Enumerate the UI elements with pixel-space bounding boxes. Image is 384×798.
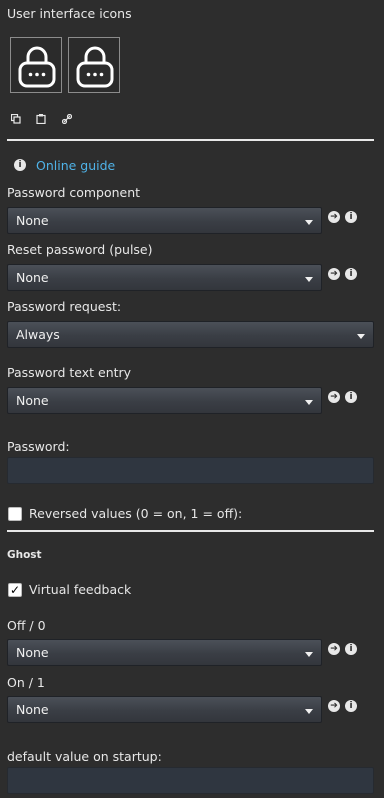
chevron-down-icon <box>357 334 365 339</box>
arrow-right-icon[interactable]: ➔ <box>328 391 340 403</box>
divider <box>7 530 374 532</box>
info-icon[interactable]: i <box>345 268 357 280</box>
reset-password-actions: ➔ i <box>328 268 358 282</box>
chevron-down-icon <box>305 220 313 225</box>
chevron-down-icon <box>305 400 313 405</box>
info-icon[interactable]: i <box>345 700 357 712</box>
reversed-values-checkbox[interactable] <box>8 507 22 521</box>
arrow-right-icon[interactable]: ➔ <box>328 700 340 712</box>
select-value: None <box>16 393 49 408</box>
password-component-actions: ➔ i <box>328 211 358 225</box>
select-value: Always <box>16 327 60 342</box>
lock-icon-tile-1[interactable] <box>10 37 62 93</box>
chevron-down-icon <box>305 277 313 282</box>
on-state-select[interactable]: None <box>7 696 322 723</box>
online-guide-link[interactable]: Online guide <box>36 158 115 173</box>
lock-icon <box>18 46 56 88</box>
off-state-actions: ➔ i <box>328 643 358 657</box>
select-value: None <box>16 645 49 660</box>
arrow-right-icon[interactable]: ➔ <box>328 268 340 280</box>
password-input[interactable] <box>7 457 374 484</box>
link-icon[interactable] <box>62 114 72 124</box>
select-value: None <box>16 270 49 285</box>
virtual-feedback-label: Virtual feedback <box>29 582 132 597</box>
info-icon[interactable]: i <box>345 211 357 223</box>
reset-password-select[interactable]: None <box>7 264 322 291</box>
password-request-label: Password request: <box>7 299 122 314</box>
divider <box>7 139 374 141</box>
reversed-values-label: Reversed values (0 = on, 1 = off): <box>29 506 243 521</box>
default-value-label: default value on startup: <box>7 749 162 764</box>
arrow-right-icon[interactable]: ➔ <box>328 211 340 223</box>
copy-icon[interactable] <box>11 114 21 124</box>
password-label: Password: <box>7 439 70 454</box>
lock-icon <box>76 46 114 88</box>
clipboard-icon[interactable] <box>36 114 46 124</box>
password-text-entry-select[interactable]: None <box>7 387 322 414</box>
off-state-label: Off / 0 <box>7 618 46 633</box>
select-value: None <box>16 213 49 228</box>
section-title: User interface icons <box>7 6 132 21</box>
off-state-select[interactable]: None <box>7 639 322 666</box>
select-value: None <box>16 702 49 717</box>
chevron-down-icon <box>305 709 313 714</box>
password-text-entry-label: Password text entry <box>7 365 132 380</box>
password-component-select[interactable]: None <box>7 207 322 234</box>
lock-icon-tile-2[interactable] <box>68 37 120 93</box>
ghost-heading: Ghost <box>7 549 42 561</box>
on-state-actions: ➔ i <box>328 700 358 714</box>
arrow-right-icon[interactable]: ➔ <box>328 643 340 655</box>
reset-password-label: Reset password (pulse) <box>7 242 153 257</box>
chevron-down-icon <box>305 652 313 657</box>
info-icon: i <box>14 159 26 171</box>
info-icon[interactable]: i <box>345 643 357 655</box>
virtual-feedback-checkbox[interactable]: ✓ <box>8 583 22 597</box>
default-value-input[interactable] <box>7 767 374 794</box>
password-component-label: Password component <box>7 185 141 200</box>
password-request-select[interactable]: Always <box>7 321 374 348</box>
password-text-entry-actions: ➔ i <box>328 391 358 405</box>
on-state-label: On / 1 <box>7 675 45 690</box>
info-icon[interactable]: i <box>345 391 357 403</box>
